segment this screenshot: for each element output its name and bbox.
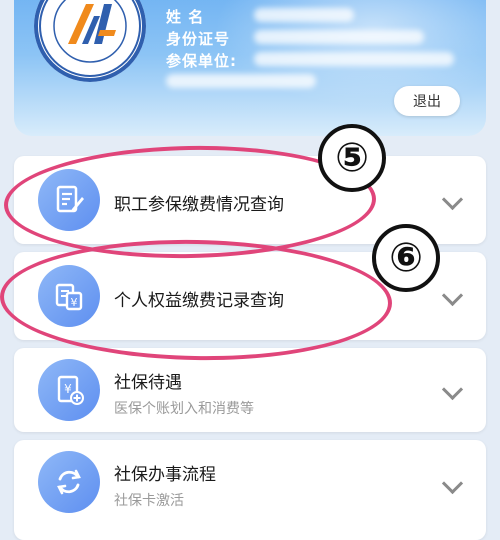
document-edit-icon bbox=[38, 169, 100, 231]
menu-item-title: 个人权益缴费记录查询 bbox=[114, 291, 284, 311]
employer-value-redacted bbox=[254, 52, 454, 66]
menu-item-title: 职工参保缴费情况查询 bbox=[114, 195, 284, 215]
name-value-redacted bbox=[254, 8, 354, 22]
user-info-header: 姓 名 身份证号 参保单位: 退出 bbox=[14, 0, 486, 136]
menu-item-title: 社保待遇 bbox=[114, 373, 182, 393]
menu-item-subtitle: 社保卡激活 bbox=[114, 493, 184, 509]
id-number-value-redacted bbox=[254, 30, 424, 44]
chevron-down-icon[interactable] bbox=[441, 284, 464, 307]
documents-yen-icon: ¥ bbox=[38, 265, 100, 327]
bureau-logo bbox=[34, 0, 146, 82]
menu-item-title: 社保办事流程 bbox=[114, 465, 216, 485]
id-number-label: 身份证号 bbox=[166, 30, 231, 48]
chevron-down-icon[interactable] bbox=[441, 188, 464, 211]
menu-item-service-process[interactable]: 社保办事流程 社保卡激活 bbox=[14, 440, 486, 540]
logout-button[interactable]: 退出 bbox=[394, 86, 460, 116]
annotation-marker-6: ⑥ bbox=[372, 224, 440, 292]
chevron-down-icon[interactable] bbox=[441, 472, 464, 495]
svg-text:¥: ¥ bbox=[64, 382, 72, 396]
menu-item-subtitle: 医保个账划入和消费等 bbox=[114, 401, 254, 417]
menu-item-social-security-benefits[interactable]: ¥ 社保待遇 医保个账划入和消费等 bbox=[14, 348, 486, 432]
svg-text:¥: ¥ bbox=[71, 296, 78, 309]
bureau-logo-icon bbox=[39, 0, 141, 77]
refresh-cycle-icon bbox=[38, 451, 100, 513]
ledger-add-icon: ¥ bbox=[38, 359, 100, 421]
annotation-marker-5: ⑤ bbox=[318, 124, 386, 192]
employer-label: 参保单位: bbox=[166, 52, 237, 70]
name-label: 姓 名 bbox=[166, 8, 205, 26]
employer-value-redacted-line2 bbox=[166, 74, 316, 88]
chevron-down-icon[interactable] bbox=[441, 378, 464, 401]
